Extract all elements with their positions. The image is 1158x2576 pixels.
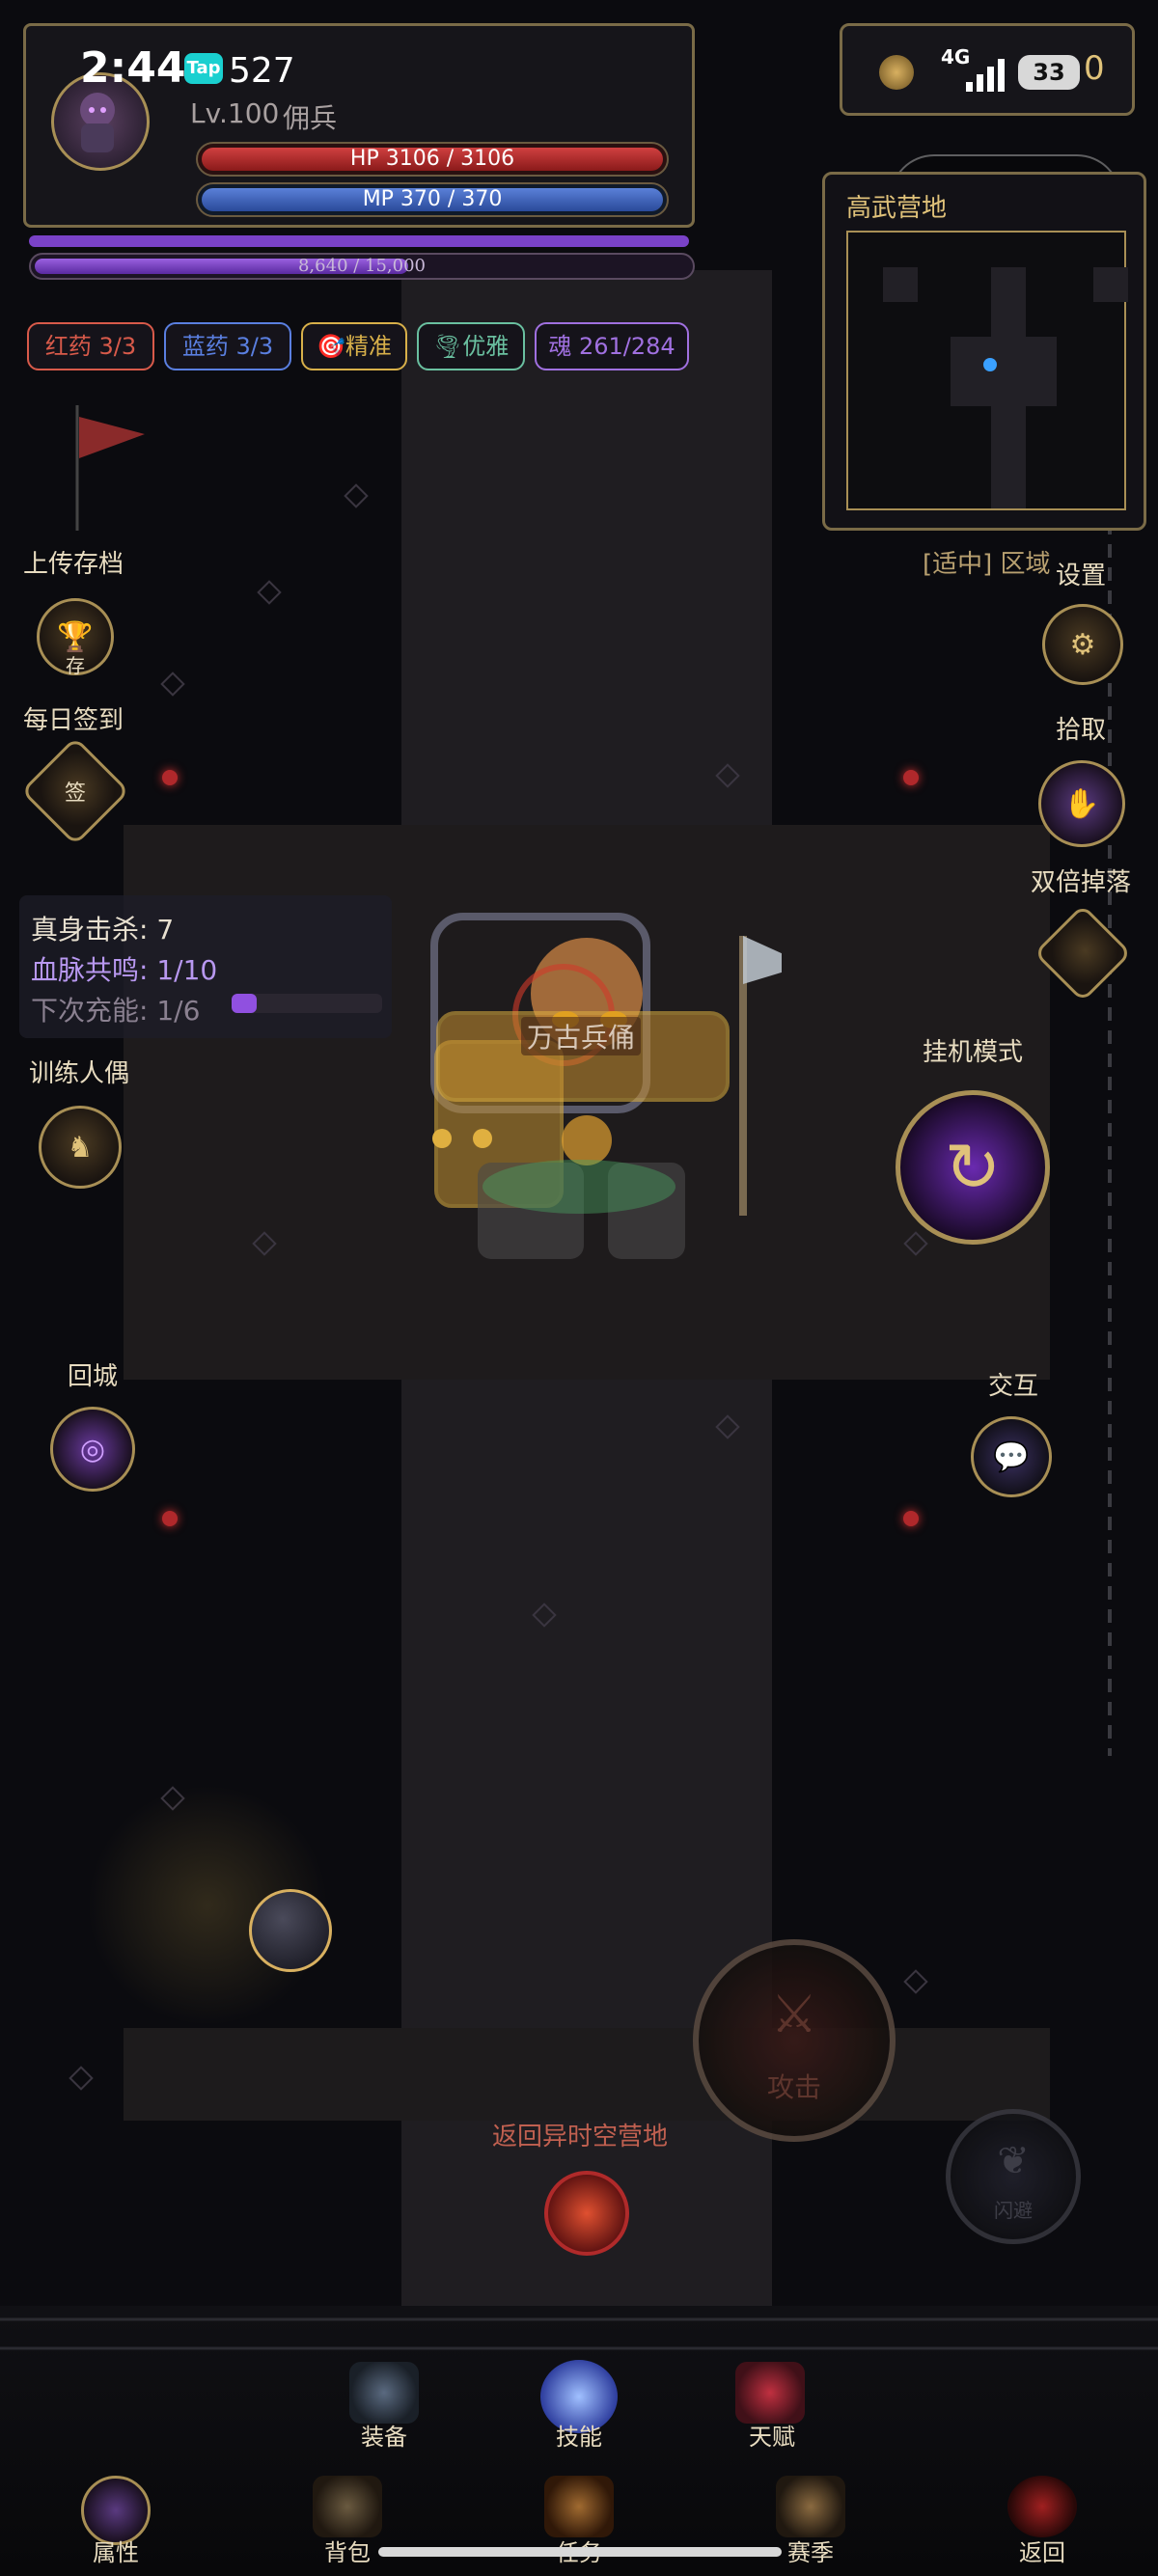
bloodline-resonance: 血脉共鸣: 1/10 (31, 954, 218, 986)
return-portal-button[interactable] (544, 2171, 629, 2256)
pill-label: 红药 3/3 (44, 333, 137, 360)
player-class: 佣兵 (283, 102, 338, 134)
pill-label: 蓝药 3/3 (181, 333, 274, 360)
joystick-knob[interactable] (249, 1889, 332, 1972)
upload-save-glyph: 存 (66, 654, 85, 677)
dummy-icon: ♞ (67, 1130, 94, 1165)
pill-label: 🎯精准 (317, 333, 392, 360)
battery-icon: 33 (1018, 55, 1080, 90)
pickup-label: 拾取 (1056, 716, 1107, 745)
player-id: 527 (229, 51, 295, 91)
upload-save-button[interactable]: 🏆 存 (37, 598, 114, 677)
charge-bar-fill (232, 994, 258, 1013)
settings-label: 设置 (1056, 562, 1107, 590)
return-icon[interactable] (1007, 2476, 1077, 2537)
training-dummy-button[interactable]: ♞ (39, 1106, 122, 1189)
heart-talent-icon[interactable] (735, 2362, 805, 2424)
pill-label: 🌪优雅 (432, 333, 510, 360)
next-charge: 下次充能: 1/6 (31, 995, 201, 1027)
auto-mode-button[interactable]: ↻ (896, 1090, 1050, 1245)
daily-signin-label: 每日签到 (23, 706, 124, 735)
player-status-panel: 2:44 Tap 527 Lv.100 佣兵 HP 3106 / 3106 MP… (23, 23, 695, 228)
portal-label: 返回异时空营地 (492, 2123, 669, 2151)
hp-bar: HP 3106 / 3106 (196, 142, 669, 177)
interact-label: 交互 (988, 1372, 1039, 1401)
chain-decoration (1108, 521, 1112, 1756)
player-level: Lv.100 (190, 97, 280, 129)
training-dummy-label: 训练人偶 (29, 1059, 130, 1088)
portal-icon: ◎ (79, 1432, 106, 1466)
hp-text: HP 3106 / 3106 (349, 147, 515, 171)
charge-bar (232, 994, 382, 1013)
map-floor-lower-corridor (124, 2028, 1050, 2121)
pickup-button[interactable]: ✋ (1038, 760, 1125, 847)
daily-signin-glyph: 签 (64, 781, 86, 806)
equipment-icon[interactable] (349, 2362, 419, 2424)
minimap-view (846, 231, 1128, 510)
mp-text: MP 370 / 370 (362, 187, 503, 211)
tab-skills[interactable]: 技能 (521, 2418, 637, 2452)
currency-panel: 4G 33 0 (840, 23, 1135, 116)
torch-light (903, 1511, 919, 1526)
gear-icon: ⚙ (1069, 627, 1096, 662)
wing-icon: ❦ (997, 2139, 1030, 2183)
pill-precision-buff[interactable]: 🎯精准 (301, 322, 407, 370)
refresh-icon: ↻ (944, 1128, 1002, 1207)
tab-return[interactable]: 返回 (984, 2534, 1100, 2567)
attack-button[interactable]: ⚔ 攻击 (693, 1939, 896, 2142)
chat-bubble-icon: 💬 (993, 1439, 1030, 1474)
minimap-panel[interactable]: 高武营地 (822, 172, 1146, 531)
double-drop-label: 双倍掉落 (1031, 868, 1132, 897)
coin-icon (879, 55, 914, 90)
pill-soul-counter[interactable]: 魂 261/284 (535, 322, 689, 370)
sword-icon: ⚔ (770, 1984, 818, 2044)
settings-button[interactable]: ⚙ (1042, 604, 1123, 685)
tab-equipment[interactable]: 装备 (326, 2418, 442, 2452)
season-chest-icon[interactable] (776, 2476, 845, 2537)
mp-bar: MP 370 / 370 (196, 182, 669, 217)
floor-rune (257, 580, 282, 605)
kill-count: 真身击杀: 7 (31, 914, 175, 945)
dodge-label: 闪避 (994, 2199, 1033, 2222)
boss-sprite[interactable]: 万古兵俑 (376, 897, 807, 1283)
attack-label: 攻击 (766, 2071, 821, 2103)
interact-button[interactable]: 💬 (971, 1416, 1052, 1497)
tap-badge-icon: Tap (184, 53, 223, 84)
region-label: [适中] 区域 (923, 550, 1051, 579)
hand-grab-icon: ✋ (1063, 786, 1100, 821)
backpack-icon[interactable] (313, 2476, 382, 2537)
tab-talent[interactable]: 天赋 (714, 2418, 830, 2452)
return-city-button[interactable]: ◎ (50, 1407, 135, 1492)
boss-name: 万古兵俑 (521, 1017, 642, 1055)
player-position-marker (983, 358, 997, 371)
auto-mode-label: 挂机模式 (923, 1038, 1024, 1067)
floor-rune (69, 2066, 94, 2091)
flag-red (75, 405, 145, 531)
pill-elegance-buff[interactable]: 🌪优雅 (417, 322, 525, 370)
dodge-button[interactable]: ❦ 闪避 (946, 2109, 1081, 2244)
pill-red-potion[interactable]: 红药 3/3 (27, 322, 154, 370)
home-indicator[interactable] (378, 2547, 782, 2557)
minimap-title: 高武营地 (846, 194, 948, 223)
exp-text: 8,640 / 15,000 (297, 256, 427, 276)
combat-info-panel: 真身击杀: 7 血脉共鸣: 1/10 下次充能: 1/6 (19, 895, 392, 1038)
exp-bar: 8,640 / 15,000 (29, 253, 695, 280)
divider-purple (29, 235, 689, 247)
floor-rune (160, 671, 185, 697)
boss-warrior-icon (430, 913, 807, 1259)
tab-attributes[interactable]: 属性 (58, 2534, 174, 2567)
pill-label: 魂 261/284 (548, 333, 676, 360)
upload-save-label: 上传存档 (23, 550, 124, 579)
floor-rune (344, 483, 369, 508)
torch-light (903, 770, 919, 785)
scroll-quest-icon[interactable] (544, 2476, 614, 2537)
pill-blue-potion[interactable]: 蓝药 3/3 (164, 322, 291, 370)
return-city-label: 回城 (68, 1362, 119, 1391)
status-time: 2:44 (80, 43, 186, 93)
torch-light (162, 1511, 178, 1526)
signal-icon (966, 59, 1005, 92)
gold-amount: 0 (1084, 49, 1105, 88)
torch-light (162, 770, 178, 785)
floor-rune (903, 1969, 928, 1994)
